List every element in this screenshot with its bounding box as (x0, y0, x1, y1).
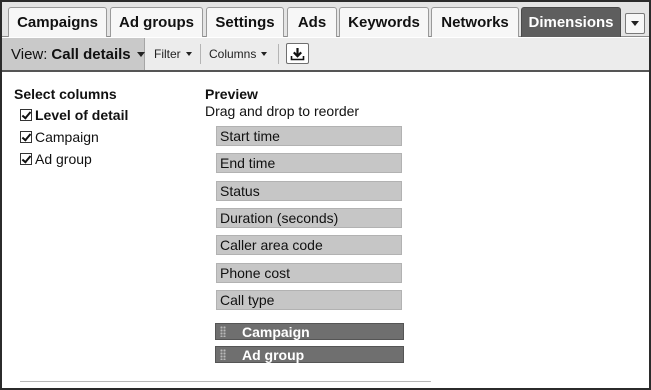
toolbar-divider (278, 44, 279, 64)
dimension-item-campaign[interactable]: Campaign (215, 323, 404, 340)
columns-label: Columns (209, 47, 257, 61)
checkbox-ad-group[interactable]: Ad group (20, 150, 92, 168)
checkbox-checked-icon (20, 131, 32, 143)
filter-label: Filter (154, 47, 181, 61)
tab-keywords[interactable]: Keywords (339, 7, 429, 37)
dimension-label: Ad group (242, 346, 305, 363)
tab-strip: Campaigns Ad groups Settings Ads Keyword… (2, 2, 649, 37)
tab-settings[interactable]: Settings (206, 7, 284, 37)
dimension-label: Campaign (242, 323, 310, 340)
checkbox-label: Ad group (35, 151, 92, 167)
tab-networks[interactable]: Networks (431, 7, 519, 37)
checkbox-label: Campaign (35, 129, 99, 145)
toolbar: View: Call details Filter Columns (2, 38, 649, 72)
drag-handle-icon[interactable] (220, 349, 226, 360)
chevron-down-icon (185, 52, 192, 56)
column-item[interactable]: Call type (216, 290, 402, 310)
chevron-down-icon (631, 21, 639, 26)
column-item[interactable]: Phone cost (216, 263, 402, 283)
tab-ad-groups[interactable]: Ad groups (110, 7, 203, 37)
toolbar-divider (200, 44, 201, 64)
checkbox-checked-icon (20, 153, 32, 165)
tab-campaigns[interactable]: Campaigns (8, 7, 107, 37)
checkbox-label: Level of detail (35, 107, 129, 123)
download-icon (290, 47, 305, 60)
download-button[interactable] (286, 43, 309, 64)
tab-ads[interactable]: Ads (287, 7, 337, 37)
view-prefix: View: (11, 45, 48, 63)
checkbox-level-of-detail[interactable]: Level of detail (20, 106, 128, 124)
drag-handle-icon[interactable] (220, 326, 226, 337)
select-columns-heading: Select columns (14, 86, 117, 102)
tab-dimensions[interactable]: Dimensions (521, 7, 621, 37)
columns-button[interactable]: Columns (209, 38, 268, 70)
dimension-item-ad-group[interactable]: Ad group (215, 346, 404, 363)
divider (20, 381, 431, 382)
chevron-down-icon (136, 51, 145, 57)
checkbox-checked-icon (20, 109, 32, 121)
preview-heading: Preview (205, 86, 258, 102)
preview-instruction: Drag and drop to reorder (205, 103, 360, 119)
view-dropdown[interactable]: View: Call details (2, 38, 145, 70)
column-item[interactable]: Duration (seconds) (216, 208, 402, 228)
column-item[interactable]: Caller area code (216, 235, 402, 255)
chevron-down-icon (261, 52, 268, 56)
column-item[interactable]: End time (216, 153, 402, 173)
column-item[interactable]: Status (216, 181, 402, 201)
more-tabs-button[interactable] (625, 13, 645, 34)
view-value: Call details (51, 45, 131, 63)
filter-button[interactable]: Filter (154, 38, 192, 70)
checkbox-campaign[interactable]: Campaign (20, 128, 99, 146)
report-panel: Campaigns Ad groups Settings Ads Keyword… (0, 0, 651, 390)
column-item[interactable]: Start time (216, 126, 402, 146)
